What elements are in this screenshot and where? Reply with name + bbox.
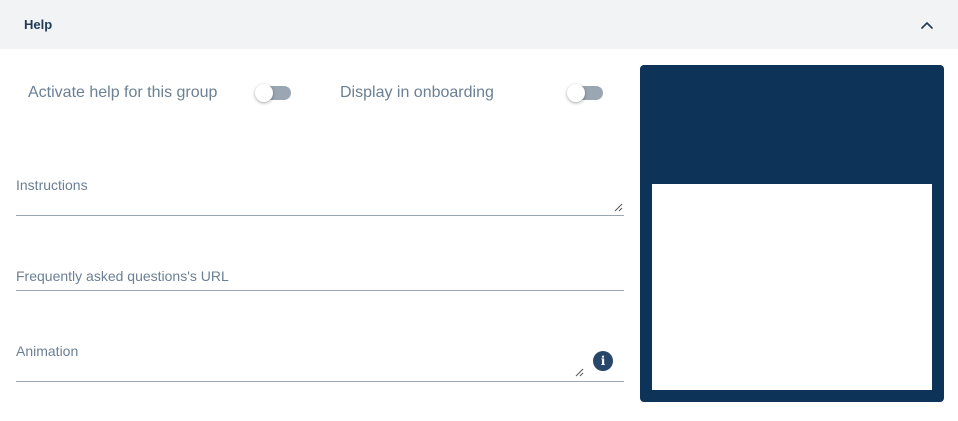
preview-content-area — [652, 184, 932, 390]
chevron-up-icon[interactable] — [920, 18, 934, 32]
display-onboarding-label: Display in onboarding — [340, 84, 494, 101]
info-icon[interactable]: i — [593, 351, 613, 371]
panel-title: Help — [24, 17, 53, 32]
activate-help-row: Activate help for this group — [28, 80, 217, 106]
activate-help-label: Activate help for this group — [28, 84, 218, 101]
animation-field[interactable]: Animation — [16, 334, 624, 382]
activate-help-toggle[interactable] — [255, 84, 291, 102]
toggle-knob — [567, 84, 585, 102]
help-panel-header[interactable]: Help — [0, 0, 958, 49]
display-onboarding-toggle[interactable] — [567, 84, 603, 102]
faq-url-label: Frequently asked questions's URL — [16, 268, 229, 284]
instructions-field[interactable]: Instructions — [16, 168, 624, 216]
display-onboarding-row: Display in onboarding — [340, 80, 494, 106]
resize-grip-icon[interactable] — [614, 203, 623, 212]
animation-label: Animation — [16, 343, 79, 359]
faq-url-field[interactable]: Frequently asked questions's URL — [16, 258, 624, 291]
animation-preview — [640, 65, 944, 402]
toggle-knob — [255, 84, 273, 102]
instructions-label: Instructions — [16, 177, 88, 193]
resize-grip-icon[interactable] — [575, 368, 584, 377]
